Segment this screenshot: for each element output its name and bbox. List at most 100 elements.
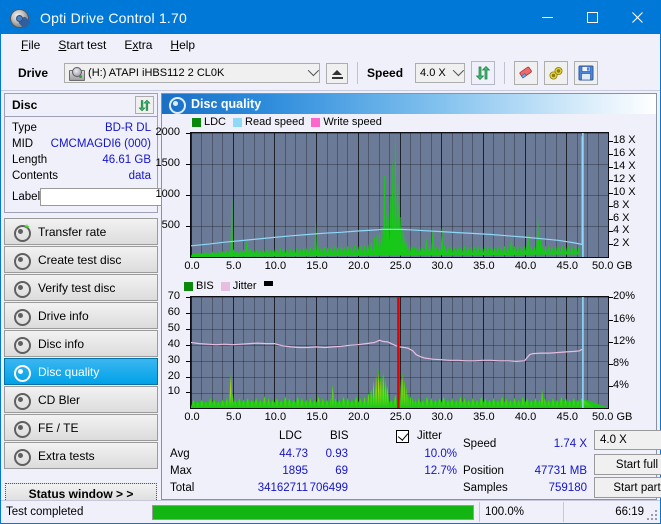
sidebar-item-fe-te[interactable]: FE / TE [4,414,158,441]
main-body: Disc Type BD-R DL MID CMCMAGDI6 (000) Le… [1,91,661,504]
sidebar-item-label: Transfer rate [38,224,107,239]
sidebar-item-label: Verify test disc [38,280,116,295]
legend-item: Jitter [220,280,257,292]
speed-select-value: 4.0 X [420,67,446,79]
y-tick-right: 8 X [613,198,630,211]
y-tick-right: 8% [613,356,629,369]
sidebar-item-disc-quality[interactable]: Disc quality [4,358,158,385]
sidebar-item-extra-tests[interactable]: Extra tests [4,442,158,469]
speed-select[interactable]: 4.0 X [415,63,466,83]
legend-item: Read speed [233,116,304,128]
sidebar-item-drive-info[interactable]: Drive info [4,302,158,329]
disc-test-icon [13,252,31,270]
disc-row-type: Type BD-R DL [12,120,151,136]
sidebar-item-transfer-rate[interactable]: Transfer rate [4,218,158,245]
y-tick-mark-right [609,363,613,365]
floppy-save-icon [578,65,594,81]
refresh-disc-button[interactable] [135,96,154,114]
y-tick-mark [186,164,190,165]
menu-start-test[interactable]: Start test [49,36,115,54]
Jitter-line [191,340,583,363]
legend-swatch [311,117,321,127]
start-full-button[interactable]: Start full [594,454,661,475]
legend-item: BIS [184,280,214,292]
jitter-checkbox[interactable] [396,430,409,443]
end-marker [582,133,584,257]
drive-select-value: (H:) ATAPI iHBS112 2 CL0K [88,67,225,79]
bis-chart-legend: BIS Jitter [184,280,276,292]
stats-col-bis: BIS [330,430,349,442]
progress-percent: 100.0% [479,502,563,522]
y-tick-mark-right [609,297,613,299]
ldc-chart: LDC Read speed Write speed 500 1000 1500 2000… [156,114,656,279]
y-tick-left: 500 [161,219,180,231]
erase-button[interactable] [514,61,539,85]
x-tick: 25.0 [389,411,412,424]
window-title: Opti Drive Control 1.70 [40,9,187,26]
x-tick: 25.0 [389,260,412,272]
disc-row-contents-label: Contents [12,170,59,182]
sidebar-item-disc-info[interactable]: Disc info [4,330,158,357]
sidebar-item-verify-test-disc[interactable]: Verify test disc [4,274,158,301]
window-controls [525,1,660,34]
disc-test-icon [13,280,31,298]
y-tick-left: 10 [167,385,180,398]
y-tick-mark [186,329,190,331]
position-stat-label: Position [463,465,504,477]
disc-panel-title: Disc [12,98,38,112]
stats-row-max: Max [170,465,192,477]
title-bar: Opti Drive Control 1.70 [1,1,660,34]
x-tick: 50.0 GB [592,411,633,424]
maximize-button[interactable] [570,1,615,34]
y-tick-left: 60 [167,306,180,319]
minimize-button[interactable] [525,1,570,34]
ldc-plot-area [190,132,609,258]
tools-icon [549,66,563,79]
refresh-button[interactable] [471,61,496,85]
y-tick-right: 12 X [613,172,636,185]
y-tick-right: 20% [613,290,636,303]
resize-grip-icon[interactable] [647,510,658,521]
menu-extra[interactable]: Extra [115,36,161,54]
menu-file[interactable]: FFileile [12,36,49,54]
x-tick: 20.0 [348,260,370,272]
menu-bar: FFileile Start test Extra Help [1,34,660,56]
y-tick-mark-right [609,386,613,388]
tools-button[interactable] [544,61,569,85]
y-tick-right: 4 X [613,224,630,237]
y-tick-right: 16 X [613,147,636,160]
sidebar-item-cd-bler[interactable]: CD Bler [4,386,158,413]
disc-row-contents: Contents data [12,168,151,184]
disc-row-length-label: Length [12,154,48,166]
samples-stat-label: Samples [463,482,508,494]
sidebar-item-create-test-disc[interactable]: Create test disc [4,246,158,273]
y-tick-left: 70 [167,290,180,303]
nav-list: Transfer rate Create test disc Verify te… [4,218,158,469]
y-tick-mark [186,226,190,227]
eject-icon [332,70,343,75]
x-tick: 30.0 [431,411,453,424]
start-part-label: Start part [613,481,661,494]
menu-help[interactable]: Help [161,36,204,54]
y-tick-mark [186,344,190,346]
stats-col-ldc: LDC [279,430,303,442]
save-button[interactable] [574,61,599,85]
sidebar-item-label: CD Bler [38,392,81,407]
test-speed-select[interactable]: 4.0 X [594,430,661,450]
y-tick-mark-right [609,341,613,343]
drive-select[interactable]: (H:) ATAPI iHBS112 2 CL0K [64,63,321,83]
close-button[interactable] [615,1,660,34]
x-tick: 35.0 [473,260,495,272]
start-part-button[interactable]: Start part [594,477,661,498]
disc-panel: Disc Type BD-R DL MID CMCMAGDI6 (000) Le… [4,93,246,213]
end-marker [582,297,584,409]
disc-quality-icon [168,96,186,114]
eject-button[interactable] [326,62,349,84]
x-tick: 40.0 [514,260,537,272]
legend-label: LDC [204,116,227,128]
drive-label: Drive [18,66,49,80]
y-tick-mark [186,195,190,196]
y-tick-left: 1500 [155,157,180,169]
pof-marker [397,297,400,409]
y-tick-right: 10 X [613,185,636,198]
